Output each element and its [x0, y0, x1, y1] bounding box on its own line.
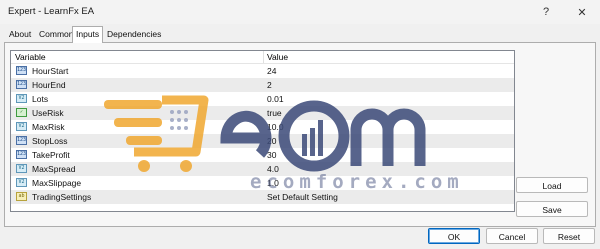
- load-button[interactable]: Load: [516, 177, 588, 193]
- row-variable: HourEnd: [32, 80, 66, 90]
- row-value[interactable]: 24: [267, 66, 276, 76]
- row-variable: UseRisk: [32, 108, 64, 118]
- title-bar: Expert - LearnFx EA ? ✕: [0, 0, 600, 24]
- tab-about[interactable]: About: [6, 28, 34, 41]
- row-value[interactable]: true: [267, 108, 282, 118]
- column-header-value[interactable]: Value: [267, 52, 288, 62]
- reset-button[interactable]: Reset: [543, 228, 595, 244]
- row-variable: TakeProfit: [32, 150, 70, 160]
- grid-row-stoploss[interactable]: 123 StopLoss 20: [11, 134, 514, 148]
- row-variable: Lots: [32, 94, 49, 104]
- row-variable: StopLoss: [32, 136, 68, 146]
- int-icon: 123: [16, 136, 27, 145]
- row-value[interactable]: 2: [267, 80, 272, 90]
- close-button[interactable]: ✕: [564, 0, 600, 24]
- int-icon: 123: [16, 150, 27, 159]
- close-icon: ✕: [577, 6, 587, 19]
- grid-row-lots[interactable]: V2 Lots 0.01: [11, 92, 514, 106]
- row-value[interactable]: 30: [267, 150, 276, 160]
- grid-row-takeprofit[interactable]: 123 TakeProfit 30: [11, 148, 514, 162]
- row-variable: MaxSlippage: [32, 178, 82, 188]
- ok-button[interactable]: OK: [428, 228, 480, 244]
- grid-row-userisk[interactable]: ✓ UseRisk true: [11, 106, 514, 120]
- row-value[interactable]: 0.01: [267, 94, 284, 104]
- tab-common[interactable]: Common: [36, 28, 76, 41]
- int-icon: 123: [16, 80, 27, 89]
- double-icon: V2: [16, 94, 27, 103]
- grid-row-maxrisk[interactable]: V2 MaxRisk 10.0: [11, 120, 514, 134]
- save-button[interactable]: Save: [516, 201, 588, 217]
- help-icon: ?: [542, 6, 550, 18]
- row-variable: HourStart: [32, 66, 69, 76]
- int-icon: 123: [16, 66, 27, 75]
- row-value[interactable]: Set Default Setting: [267, 192, 338, 202]
- help-button[interactable]: ?: [528, 0, 564, 24]
- double-icon: V2: [16, 122, 27, 131]
- grid-header: Variable Value: [11, 51, 514, 64]
- tab-dependencies[interactable]: Dependencies: [104, 28, 164, 41]
- grid-row-hourend[interactable]: 123 HourEnd 2: [11, 78, 514, 92]
- column-header-variable[interactable]: Variable: [15, 52, 46, 62]
- double-icon: V2: [16, 178, 27, 187]
- string-icon: ab: [16, 192, 27, 201]
- double-icon: V2: [16, 164, 27, 173]
- tab-inputs[interactable]: Inputs: [72, 26, 104, 43]
- watermark-text: ecomforex.com: [250, 171, 464, 193]
- bool-icon: ✓: [16, 108, 27, 117]
- row-variable: TradingSettings: [32, 192, 92, 202]
- row-value[interactable]: 10.0: [267, 122, 284, 132]
- row-value[interactable]: 20: [267, 136, 276, 146]
- grid-row-hourstart[interactable]: 123 HourStart 24: [11, 64, 514, 78]
- cancel-button[interactable]: Cancel: [486, 228, 538, 244]
- column-divider[interactable]: [263, 51, 264, 63]
- row-variable: MaxRisk: [32, 122, 65, 132]
- row-variable: MaxSpread: [32, 164, 76, 174]
- window-title: Expert - LearnFx EA: [8, 6, 95, 17]
